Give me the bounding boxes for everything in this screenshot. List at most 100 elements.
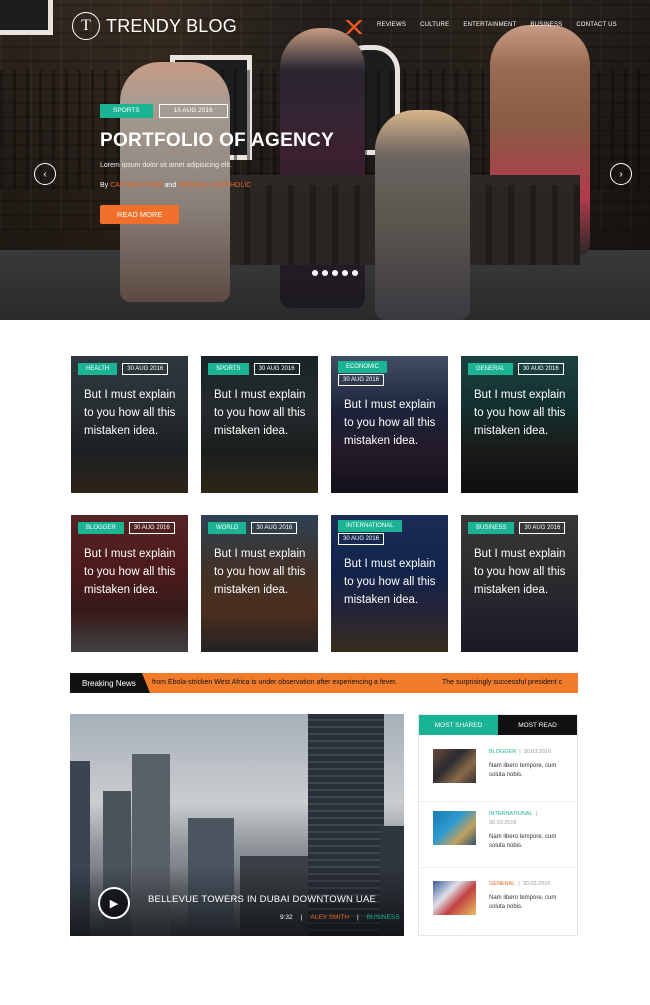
post-excerpt[interactable]: Nam libero tempore, cum soluta nobis. — [489, 833, 573, 851]
meta-separator: | — [535, 811, 538, 817]
post-category[interactable]: INTERNATIONAL — [489, 811, 533, 817]
post-date: 30.03.2016 — [523, 749, 552, 755]
read-more-button[interactable]: READ MORE — [100, 205, 180, 224]
meta-separator: | — [357, 914, 359, 921]
hero-title[interactable]: PORTFOLIO OF AGENCY — [100, 130, 334, 152]
card-title[interactable]: But I must explain to you how all this m… — [344, 555, 444, 609]
post-card[interactable]: WORLD 30 AUG 2016 But I must explain to … — [201, 515, 318, 652]
author-link[interactable]: MICHEAL CARTHOLIC — [178, 182, 251, 189]
post-excerpt[interactable]: Nam libero tempore, cum soluta nobis. — [489, 894, 573, 912]
card-title[interactable]: But I must explain to you how all this m… — [84, 545, 184, 599]
tab-most-shared[interactable]: MOST SHARED — [419, 715, 498, 735]
card-title[interactable]: But I must explain to you how all this m… — [344, 396, 444, 450]
byline-and: and — [164, 182, 177, 189]
card-category-tag[interactable]: HEALTH — [78, 363, 118, 375]
play-icon[interactable]: ▶ — [98, 887, 130, 919]
slider-dot[interactable] — [352, 270, 358, 276]
feature-author[interactable]: ALEX SMITH — [310, 914, 349, 921]
slider-dot[interactable] — [322, 270, 328, 276]
card-meta: BLOGGER 30 AUG 2016 — [78, 522, 175, 534]
card-category-tag[interactable]: GENERAL — [468, 363, 513, 375]
card-meta: INTERNATIONAL 30 AUG 2016 — [338, 520, 402, 545]
site-logo[interactable]: T TRENDY BLOG — [72, 12, 237, 40]
prev-slide-icon[interactable]: ‹ — [34, 163, 56, 185]
card-meta: GENERAL 30 AUG 2016 — [468, 363, 564, 375]
logo-icon: T — [72, 12, 100, 40]
slider-dot[interactable] — [312, 270, 318, 276]
post-date-line: 30.03.2016 — [489, 820, 517, 826]
card-title[interactable]: But I must explain to you how all this m… — [474, 545, 574, 599]
card-category-tag[interactable]: WORLD — [208, 522, 247, 534]
post-thumbnail[interactable] — [433, 749, 476, 783]
post-card[interactable]: BUSINESS 30 AUG 2016 But I must explain … — [461, 515, 578, 652]
list-item[interactable]: BLOGGER | 30.03.2016 Nam libero tempore, c… — [433, 749, 573, 799]
tab-most-read[interactable]: MOST READ — [498, 715, 577, 735]
feature-title[interactable]: BELLEVUE TOWERS IN DUBAI DOWNTOWN UAE — [148, 894, 376, 905]
slider-dot[interactable] — [332, 270, 338, 276]
card-title[interactable]: But I must explain to you how all this m… — [214, 386, 314, 440]
hero-date: 15 AUG 2016 — [158, 104, 228, 118]
top-nav: T TRENDY BLOG Reviews Culture Entertainm… — [0, 0, 650, 60]
byline-prefix: By — [100, 182, 109, 189]
post-card[interactable]: INTERNATIONAL 30 AUG 2016 But I must exp… — [331, 515, 448, 652]
card-category-tag[interactable]: ECONOMIC — [338, 361, 387, 373]
menu-item-culture[interactable]: Culture — [413, 22, 456, 32]
feature-meta: 9:32 | ALEX SMITH | BUSINESS — [280, 914, 400, 921]
list-item[interactable]: GENERAL | 30.03.2016 Nam libero tempore, c… — [433, 881, 573, 931]
card-date: 30 AUG 2016 — [338, 533, 385, 545]
feature-category[interactable]: BUSINESS — [367, 914, 400, 921]
card-title[interactable]: But I must explain to you how all this m… — [84, 386, 184, 440]
post-date: 30.03.2016 — [489, 820, 517, 826]
post-thumbnail[interactable] — [433, 881, 476, 915]
menu-item-contact[interactable]: Contact us — [569, 22, 623, 32]
home-icon[interactable] — [345, 20, 363, 34]
hero-slider: T TRENDY BLOG Reviews Culture Entertainm… — [0, 0, 650, 320]
slider-dot[interactable] — [342, 270, 348, 276]
card-meta: BUSINESS 30 AUG 2016 — [468, 522, 566, 534]
card-meta: ECONOMIC 30 AUG 2016 — [338, 361, 387, 386]
post-excerpt[interactable]: Nam libero tempore, cum soluta nobis. — [489, 762, 573, 780]
post-card[interactable]: GENERAL 30 AUG 2016 But I must explain t… — [461, 356, 578, 493]
post-card[interactable]: SPORTS 30 AUG 2016 But I must explain to… — [201, 356, 318, 493]
menu-item-reviews[interactable]: Reviews — [370, 22, 413, 32]
card-category-tag[interactable]: BLOGGER — [78, 522, 124, 534]
author-link[interactable]: CAPTAIN FROM — [110, 182, 162, 189]
breaking-news-bar: Breaking News from Ebola-stricken West A… — [70, 673, 578, 693]
card-date: 30 AUG 2016 — [251, 522, 298, 534]
post-category[interactable]: BLOGGER — [489, 749, 516, 755]
breaking-news-item[interactable]: from Ebola-stricken West Africa is under… — [152, 673, 397, 693]
post-card[interactable]: BLOGGER 30 AUG 2016 But I must explain t… — [71, 515, 188, 652]
breaking-news-item[interactable]: The surprisingly successful president c — [442, 673, 562, 693]
next-slide-icon[interactable]: › — [610, 163, 632, 185]
featured-video[interactable]: ▶ BELLEVUE TOWERS IN DUBAI DOWNTOWN UAE … — [70, 714, 404, 936]
hero-byline: By CAPTAIN FROM and MICHEAL CARTHOLIC — [100, 182, 334, 189]
feature-time: 9:32 — [280, 914, 293, 921]
post-card[interactable]: HEALTH 30 AUG 2016 But I must explain to… — [71, 356, 188, 493]
post-meta: INTERNATIONAL | — [489, 811, 540, 817]
hero-category-tag[interactable]: SPORTS — [100, 104, 153, 118]
list-item[interactable]: INTERNATIONAL | 30.03.2016 Nam libero tem… — [433, 811, 573, 861]
card-date: 30 AUG 2016 — [519, 522, 566, 534]
post-meta: GENERAL | 30.03.2016 — [489, 881, 550, 887]
card-category-tag[interactable]: INTERNATIONAL — [338, 520, 402, 532]
card-meta: HEALTH 30 AUG 2016 — [78, 363, 169, 375]
meta-separator: | — [519, 749, 521, 755]
card-title[interactable]: But I must explain to you how all this m… — [214, 545, 314, 599]
divider — [419, 801, 577, 802]
card-meta: WORLD 30 AUG 2016 — [208, 522, 298, 534]
post-category[interactable]: GENERAL — [489, 881, 515, 887]
hero-excerpt: Lorem ipsum dolor sit amet adipisicing e… — [100, 162, 232, 169]
post-thumbnail[interactable] — [433, 811, 476, 845]
card-date: 30 AUG 2016 — [128, 522, 175, 534]
post-date: 30.03.2016 — [522, 881, 551, 887]
post-card[interactable]: ECONOMIC 30 AUG 2016 But I must explain … — [331, 356, 448, 493]
card-title[interactable]: But I must explain to you how all this m… — [474, 386, 574, 440]
menu-item-entertainment[interactable]: Entertainment — [456, 22, 523, 32]
main-menu: Reviews Culture Entertainment Business C… — [345, 20, 624, 34]
card-date: 30 AUG 2016 — [122, 363, 169, 375]
card-category-tag[interactable]: BUSINESS — [468, 522, 515, 534]
hero-content: SPORTS 15 AUG 2016 PORTFOLIO OF AGENCY L… — [100, 104, 334, 224]
card-date: 30 AUG 2016 — [253, 363, 300, 375]
menu-item-business[interactable]: Business — [523, 22, 569, 32]
card-category-tag[interactable]: SPORTS — [208, 363, 249, 375]
